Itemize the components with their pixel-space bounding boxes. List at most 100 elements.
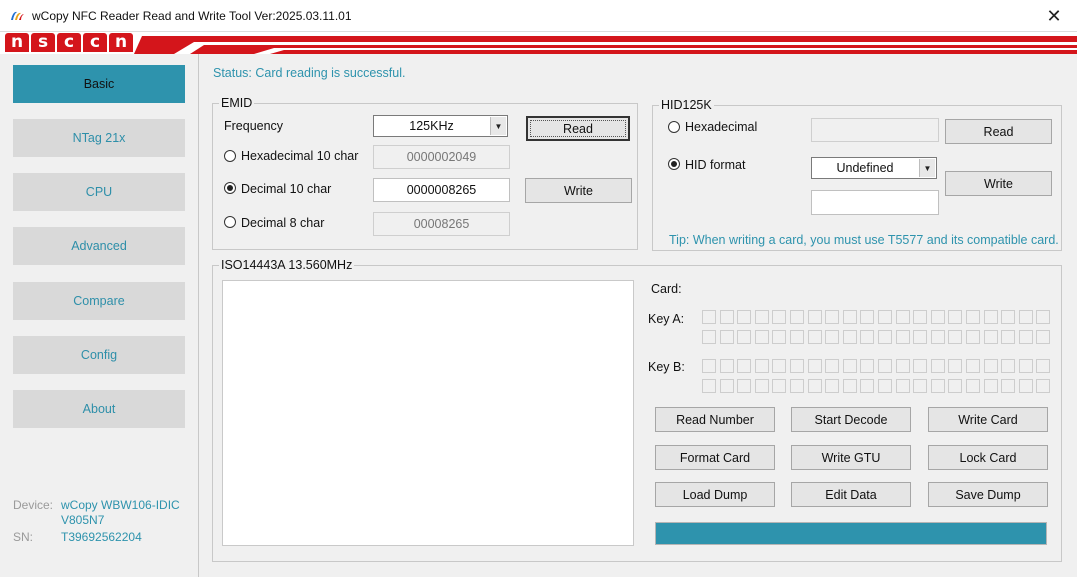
dec10-label: Decimal 10 char xyxy=(241,182,332,196)
sidebar-item-basic[interactable]: Basic xyxy=(13,65,185,103)
hid-format-radio[interactable] xyxy=(668,158,680,170)
sidebar-item-compare[interactable]: Compare xyxy=(13,282,185,320)
key-byte-cell xyxy=(895,379,910,393)
key-byte-cell xyxy=(825,310,840,324)
logo-letter: n xyxy=(109,33,133,52)
key-byte-cell xyxy=(737,359,752,373)
hid-format-value: Undefined xyxy=(836,161,894,175)
key-byte-cell xyxy=(1036,379,1051,393)
key-byte-cell xyxy=(790,330,804,344)
key-byte-cell xyxy=(895,359,910,373)
device-value-line2: V805N7 xyxy=(61,513,105,527)
key-byte-cell xyxy=(825,379,840,393)
window-title: wCopy NFC Reader Read and Write Tool Ver… xyxy=(32,9,352,23)
brand-banner: n s c c n xyxy=(0,32,1077,54)
frequency-value: 125KHz xyxy=(409,119,454,133)
hid125k-legend: HID125K xyxy=(661,98,712,112)
key-byte-cell xyxy=(878,330,892,344)
dec10-radio[interactable] xyxy=(224,182,236,194)
dec10-field[interactable]: 0000008265 xyxy=(373,178,510,202)
emid-read-button[interactable]: Read xyxy=(526,116,630,141)
write-gtu-button[interactable]: Write GTU xyxy=(791,445,911,470)
iso14443a-legend: ISO14443A 13.560MHz xyxy=(221,258,353,272)
dec8-label: Decimal 8 char xyxy=(241,216,325,230)
key-b-label: Key B: xyxy=(648,360,685,374)
read-number-button[interactable]: Read Number xyxy=(655,407,775,432)
save-dump-button[interactable]: Save Dump xyxy=(928,482,1048,507)
key-byte-cell xyxy=(842,359,857,373)
emid-write-button[interactable]: Write xyxy=(525,178,632,203)
key-byte-cell xyxy=(807,330,822,344)
close-button[interactable]: ✕ xyxy=(1031,0,1077,32)
hid-hex-field xyxy=(811,118,939,142)
main-panel: Status: Card reading is successful. EMID… xyxy=(198,54,1077,577)
key-byte-cell xyxy=(966,359,980,373)
hid-write-button[interactable]: Write xyxy=(945,171,1052,196)
emid-legend: EMID xyxy=(221,96,253,110)
key-byte-cell xyxy=(930,330,945,344)
dec8-radio[interactable] xyxy=(224,216,236,228)
key-byte-cell xyxy=(772,379,787,393)
progress-fill xyxy=(656,523,1046,544)
key-byte-cell xyxy=(860,359,875,373)
key-byte-cell xyxy=(825,330,840,344)
key-a-label: Key A: xyxy=(648,312,685,326)
key-byte-cell xyxy=(842,310,857,324)
sidebar-item-about[interactable]: About xyxy=(13,390,185,428)
hex10-radio[interactable] xyxy=(224,150,236,162)
key-byte-cell xyxy=(737,330,752,344)
lock-card-button[interactable]: Lock Card xyxy=(928,445,1048,470)
start-decode-button[interactable]: Start Decode xyxy=(791,407,911,432)
device-value: wCopy WBW106-IDIC xyxy=(61,498,180,512)
hid-format-label: HID format xyxy=(685,158,746,172)
logo-letter: s xyxy=(31,33,55,52)
key-byte-cell xyxy=(1001,330,1016,344)
iso-log-textarea[interactable] xyxy=(222,280,634,546)
key-byte-cell xyxy=(913,379,928,393)
hid-read-button[interactable]: Read xyxy=(945,119,1052,144)
key-byte-cell xyxy=(878,379,892,393)
write-card-button[interactable]: Write Card xyxy=(928,407,1048,432)
key-byte-cell xyxy=(754,310,769,324)
key-byte-cell xyxy=(895,310,910,324)
title-bar: wCopy NFC Reader Read and Write Tool Ver… xyxy=(0,0,1077,32)
frequency-label: Frequency xyxy=(224,119,284,133)
key-byte-cell xyxy=(719,359,734,373)
sidebar-item-config[interactable]: Config xyxy=(13,336,185,374)
sidebar-item-cpu[interactable]: CPU xyxy=(13,173,185,211)
hex10-field: 0000002049 xyxy=(373,145,510,169)
key-byte-cell xyxy=(948,330,963,344)
banner-stripes xyxy=(134,32,1077,54)
sidebar-item-advanced[interactable]: Advanced xyxy=(13,227,185,265)
key-byte-cell xyxy=(702,330,716,344)
key-byte-cell xyxy=(860,330,875,344)
key-byte-cell xyxy=(913,330,928,344)
key-byte-cell xyxy=(790,310,804,324)
hid-format-input[interactable] xyxy=(811,190,939,215)
key-byte-cell xyxy=(1036,330,1051,344)
format-card-button[interactable]: Format Card xyxy=(655,445,775,470)
chevron-down-icon: ▼ xyxy=(919,159,935,177)
frequency-select[interactable]: 125KHz ▼ xyxy=(373,115,508,137)
logo-letter: c xyxy=(57,33,81,52)
key-byte-cell xyxy=(1018,330,1033,344)
key-byte-cell xyxy=(790,379,804,393)
edit-data-button[interactable]: Edit Data xyxy=(791,482,911,507)
sidebar: Basic NTag 21x CPU Advanced Compare Conf… xyxy=(0,54,198,577)
key-byte-cell xyxy=(930,359,945,373)
key-byte-cell xyxy=(737,379,752,393)
key-byte-cell xyxy=(895,330,910,344)
key-byte-cell xyxy=(1018,379,1033,393)
progress-bar xyxy=(655,522,1047,545)
logo-letter: c xyxy=(83,33,107,52)
hid-format-select[interactable]: Undefined ▼ xyxy=(811,157,937,179)
key-byte-cell xyxy=(719,330,734,344)
sidebar-item-ntag21x[interactable]: NTag 21x xyxy=(13,119,185,157)
status-text: Status: Card reading is successful. xyxy=(213,66,406,80)
key-byte-cell xyxy=(825,359,840,373)
load-dump-button[interactable]: Load Dump xyxy=(655,482,775,507)
key-byte-cell xyxy=(1018,310,1033,324)
key-byte-cell xyxy=(1036,359,1051,373)
hid-hex-radio[interactable] xyxy=(668,121,680,133)
key-byte-cell xyxy=(772,330,787,344)
